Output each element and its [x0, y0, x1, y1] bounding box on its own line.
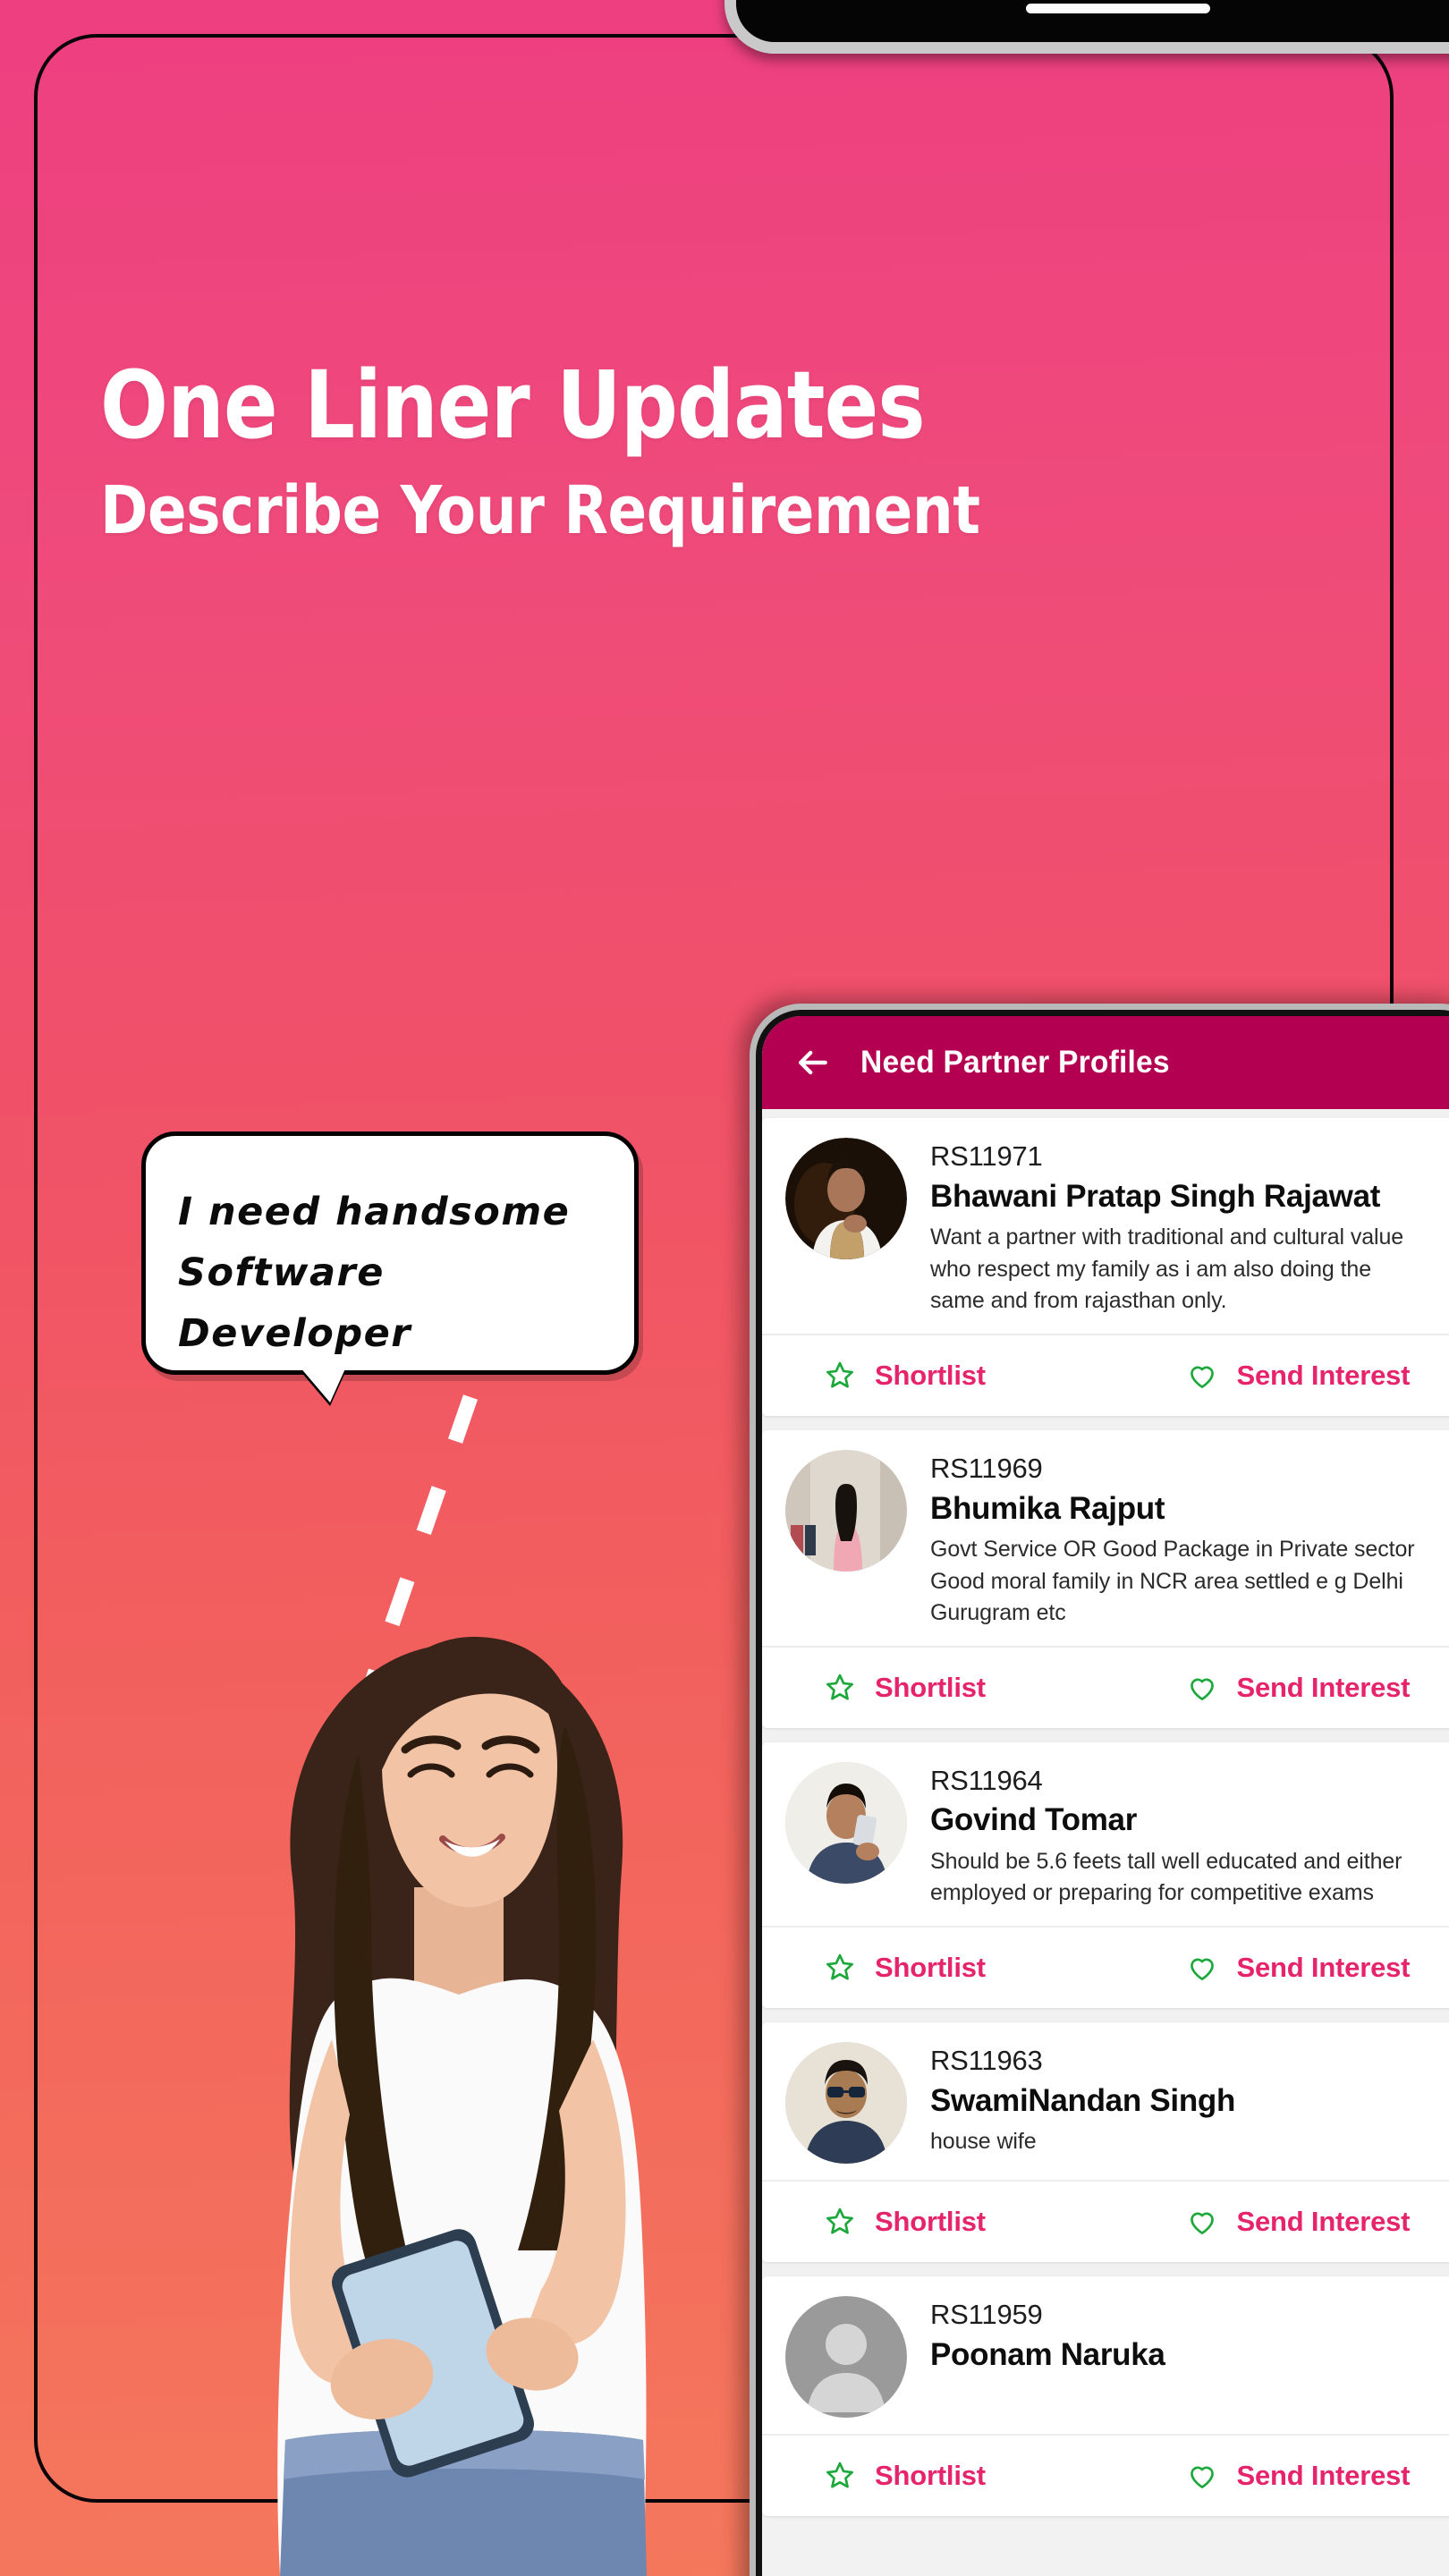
star-outline-icon — [826, 2207, 853, 2234]
profile-name: Govind Tomar — [930, 1802, 1138, 1838]
profile-id: RS11959 — [930, 2298, 1043, 2330]
heart-outline-icon — [1190, 2212, 1214, 2234]
profile-description: Should be 5.6 feets tall well educated a… — [930, 1848, 1402, 1906]
profile-card-body: RS11964 Govind Tomar Should be 5.6 feets… — [762, 1742, 1449, 1926]
shortlist-label: Shortlist — [875, 1359, 986, 1391]
send-interest-label: Send Interest — [1236, 1359, 1411, 1391]
profile-card-actions: Shortlist Send Interest — [762, 2179, 1449, 2262]
star-outline-icon — [826, 1361, 853, 1388]
heart-outline-icon — [1190, 1958, 1214, 1980]
woman-with-phone-illustration — [277, 1636, 647, 2576]
profile-card[interactable]: RS11964 Govind Tomar Should be 5.6 feets… — [762, 1741, 1449, 2008]
app-phone-device: Need Partner Profiles RS11971 Bhawani Pr… — [750, 1004, 1449, 2576]
avatar[interactable] — [785, 1449, 907, 1572]
top-phone-speaker-slot — [1026, 4, 1210, 13]
send-interest-label: Send Interest — [1236, 1951, 1411, 1983]
back-arrow-icon — [798, 1050, 827, 1075]
profile-info: RS11969 Bhumika Rajput Govt Service OR G… — [930, 1450, 1449, 1630]
send-interest-button[interactable]: Send Interest — [1124, 1335, 1449, 1416]
speech-bubble-text: I need handsome Software Developer — [178, 1190, 571, 1356]
top-secondary-phone — [724, 0, 1449, 54]
shortlist-button[interactable]: Shortlist — [762, 1335, 1124, 1416]
send-interest-button[interactable]: Send Interest — [1124, 1928, 1449, 2008]
speech-bubble-tail — [300, 1367, 346, 1402]
shortlist-label: Shortlist — [875, 2459, 986, 2491]
profile-card[interactable]: RS11969 Bhumika Rajput Govt Service OR G… — [762, 1429, 1449, 1728]
profile-info: RS11971 Bhawani Pratap Singh Rajawat Wan… — [930, 1138, 1449, 1318]
profile-info: RS11963 SwamiNandan Singh house wife — [930, 2042, 1449, 2164]
profile-card-body: RS11969 Bhumika Rajput Govt Service OR G… — [762, 1430, 1449, 1646]
profile-id: RS11963 — [930, 2044, 1043, 2076]
profile-list[interactable]: RS11971 Bhawani Pratap Singh Rajawat Wan… — [762, 1109, 1449, 2516]
send-interest-button[interactable]: Send Interest — [1124, 1648, 1449, 1728]
profile-info: RS11959 Poonam Naruka — [930, 2296, 1449, 2418]
profile-card-actions: Shortlist Send Interest — [762, 1645, 1449, 1728]
promo-headline: One Liner Updates — [100, 351, 926, 460]
send-interest-button[interactable]: Send Interest — [1124, 2436, 1449, 2516]
profile-id: RS11969 — [930, 1452, 1043, 1484]
profile-name: Bhumika Rajput — [930, 1490, 1165, 1526]
send-interest-label: Send Interest — [1236, 2205, 1411, 2237]
avatar[interactable] — [785, 1138, 907, 1259]
back-button[interactable] — [792, 1043, 832, 1082]
profile-description: house wife — [930, 2129, 1037, 2154]
dashed-pointer-icon — [296, 1394, 479, 1881]
profile-card-actions: Shortlist Send Interest — [762, 1333, 1449, 1416]
profile-name: Poonam Naruka — [930, 2336, 1165, 2372]
profile-id: RS11964 — [930, 1764, 1043, 1796]
promo-screenshot-canvas: One Liner Updates Describe Your Requirem… — [0, 0, 1449, 2576]
profile-description: Govt Service OR Good Package in Private … — [930, 1537, 1415, 1625]
avatar[interactable] — [785, 1761, 907, 1884]
heart-outline-icon — [1190, 1366, 1214, 1388]
heart-outline-icon — [1190, 2466, 1214, 2488]
star-outline-icon — [826, 2462, 853, 2488]
profile-description: Want a partner with traditional and cult… — [930, 1224, 1404, 1314]
shortlist-label: Shortlist — [875, 1951, 986, 1983]
heart-outline-icon — [1190, 1678, 1214, 1700]
profile-card-actions: Shortlist Send Interest — [762, 1925, 1449, 2008]
profile-card-actions: Shortlist Send Interest — [762, 2433, 1449, 2516]
app-bar: Need Partner Profiles — [762, 1016, 1449, 1109]
app-screen: Need Partner Profiles RS11971 Bhawani Pr… — [762, 1016, 1449, 2576]
profile-name: Bhawani Pratap Singh Rajawat — [930, 1178, 1381, 1214]
profile-card-body: RS11959 Poonam Naruka — [762, 2276, 1449, 2434]
shortlist-label: Shortlist — [875, 2205, 986, 2237]
profile-card[interactable]: RS11971 Bhawani Pratap Singh Rajawat Wan… — [762, 1118, 1449, 1416]
star-outline-icon — [826, 1953, 853, 1980]
send-interest-label: Send Interest — [1236, 1671, 1411, 1703]
avatar[interactable] — [785, 2041, 907, 2164]
shortlist-button[interactable]: Shortlist — [762, 1648, 1124, 1728]
shortlist-button[interactable]: Shortlist — [762, 1928, 1124, 2008]
shortlist-button[interactable]: Shortlist — [762, 2436, 1124, 2516]
shortlist-label: Shortlist — [875, 1671, 986, 1703]
promo-subheadline: Describe Your Requirement — [100, 472, 980, 550]
shortlist-button[interactable]: Shortlist — [762, 2182, 1124, 2262]
profile-card-body: RS11971 Bhawani Pratap Singh Rajawat Wan… — [762, 1118, 1449, 1334]
profile-name: SwamiNandan Singh — [930, 2082, 1236, 2118]
profile-card[interactable]: RS11959 Poonam Naruka Shortlist Send Int… — [762, 2275, 1449, 2516]
avatar[interactable] — [785, 2295, 907, 2418]
star-outline-icon — [826, 1674, 853, 1700]
profile-card[interactable]: RS11963 SwamiNandan Singh house wife Sho… — [762, 2021, 1449, 2262]
promo-headline-block: One Liner Updates Describe Your Requirem… — [0, 358, 1395, 550]
profile-info: RS11964 Govind Tomar Should be 5.6 feets… — [930, 1762, 1449, 1910]
profile-card-body: RS11963 SwamiNandan Singh house wife — [762, 2022, 1449, 2180]
send-interest-label: Send Interest — [1236, 2459, 1411, 2491]
profile-id: RS11971 — [930, 1140, 1043, 1172]
app-bar-title: Need Partner Profiles — [860, 1045, 1170, 1080]
send-interest-button[interactable]: Send Interest — [1124, 2182, 1449, 2262]
speech-bubble: I need handsome Software Developer — [141, 1131, 639, 1402]
